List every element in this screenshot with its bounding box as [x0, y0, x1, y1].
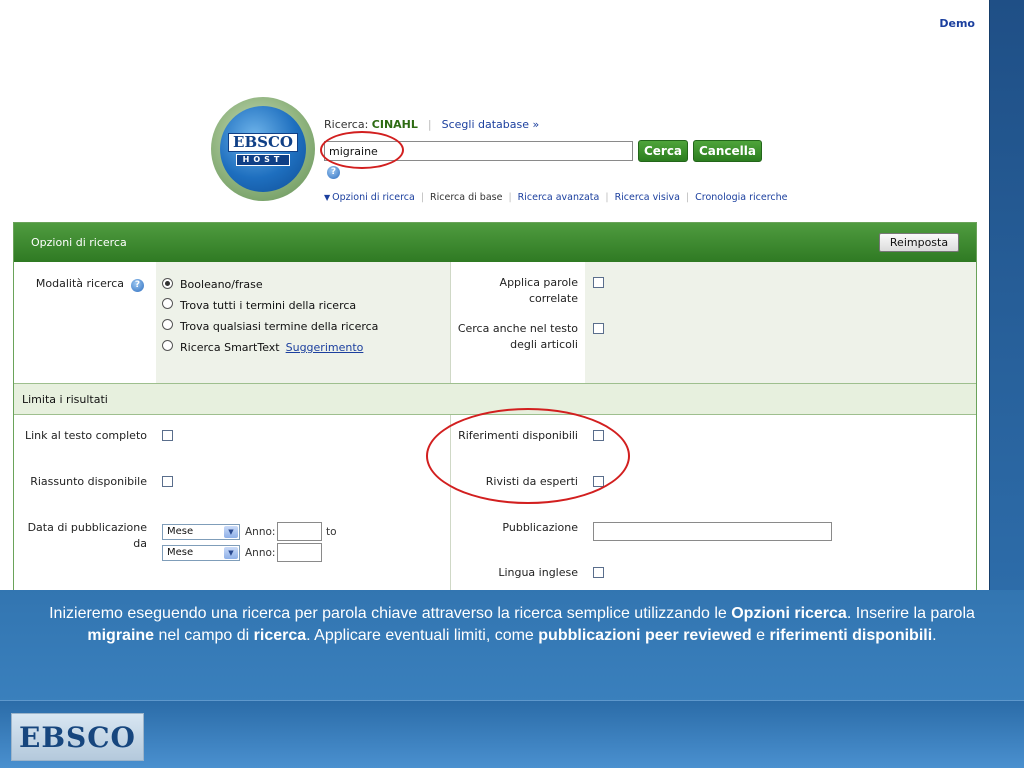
logo-inner: EBSCO HOST [220, 106, 306, 192]
mode-label: Modalità ricerca [35, 277, 124, 290]
apply-related-checkbox[interactable] [593, 277, 604, 288]
year-from-input[interactable] [277, 522, 322, 541]
fulltext-link-label: Link al testo completo [24, 429, 147, 442]
radio-boolean[interactable] [162, 278, 173, 289]
triangle-down-icon: ▼ [324, 193, 331, 202]
ebsco-screenshot: Demo EBSCO HOST Ricerca: CINAHL | Scegli… [0, 0, 990, 590]
fulltext-link-checkbox[interactable] [162, 430, 173, 441]
options-header: Opzioni di ricerca Reimposta [14, 223, 976, 262]
year-to-label: Anno: [245, 547, 276, 559]
nav-visual-search[interactable]: Ricerca visiva [615, 192, 680, 203]
nav-search-history[interactable]: Cronologia ricerche [695, 192, 787, 203]
suggestion-link[interactable]: Suggerimento [286, 341, 364, 354]
options-title: Opzioni di ricerca [31, 236, 127, 249]
publication-input[interactable] [593, 522, 832, 541]
english-label: Lingua inglese [498, 566, 578, 579]
nav-advanced-search[interactable]: Ricerca avanzata [518, 192, 600, 203]
nav-search-options[interactable]: Opzioni di ricerca [332, 192, 415, 203]
database-name: CINAHL [371, 118, 418, 131]
abstract-checkbox[interactable] [162, 476, 173, 487]
year-to-input[interactable] [277, 543, 322, 562]
radio-any-terms[interactable] [162, 319, 173, 330]
annotation-circle-search [320, 131, 404, 169]
search-button[interactable]: Cerca [638, 140, 688, 162]
slide-right-band [990, 0, 1024, 590]
reset-button[interactable]: Reimposta [879, 233, 959, 252]
search-label: Ricerca: CINAHL [324, 118, 418, 131]
footer-band [0, 700, 1024, 768]
clear-button[interactable]: Cancella [693, 140, 762, 162]
related-options-cell [585, 262, 976, 383]
radio-all-terms-label: Trova tutti i termini della ricerca [180, 299, 357, 312]
search-options-panel: Opzioni di ricerca Reimposta Modalità ri… [13, 222, 977, 590]
publication-label: Pubblicazione [502, 521, 578, 534]
english-checkbox[interactable] [593, 567, 604, 578]
chevron-down-icon: ▼ [224, 526, 238, 538]
radio-smarttext[interactable] [162, 340, 173, 351]
annotation-circle-limits [426, 408, 630, 504]
nav-basic-search[interactable]: Ricerca di base [430, 192, 502, 203]
mode-help-icon[interactable]: ? [131, 279, 144, 292]
year-from-label: Anno: [245, 526, 276, 538]
fulltext-search-label: Cerca anche nel testo degli articoli [457, 322, 578, 351]
abstract-label: Riassunto disponibile [30, 475, 147, 488]
slide-caption: Inizieremo eseguendo una ricerca per par… [49, 605, 975, 644]
search-nav-links: ▼ Opzioni di ricerca | Ricerca di base |… [324, 192, 788, 203]
search-database-line: Ricerca: CINAHL | Scegli database » [324, 118, 539, 131]
chevron-down-icon: ▼ [224, 547, 238, 559]
ebscohost-logo[interactable]: EBSCO HOST [211, 97, 315, 201]
apply-related-label: Applica parole correlate [499, 276, 578, 305]
radio-any-terms-label: Trova qualsiasi termine della ricerca [180, 320, 379, 333]
ebsco-footer-logo: EBSCO [11, 713, 144, 761]
choose-database-link[interactable]: Scegli database » [442, 118, 540, 131]
month-to-select[interactable]: Mese ▼ [162, 545, 240, 561]
logo-word: EBSCO [228, 132, 298, 152]
demo-link[interactable]: Demo [939, 17, 975, 30]
logo-sub: HOST [235, 153, 291, 166]
separator: | [427, 118, 432, 131]
fulltext-search-checkbox[interactable] [593, 323, 604, 334]
to-label: to [326, 526, 337, 538]
month-from-select[interactable]: Mese ▼ [162, 524, 240, 540]
pub-date-label: Data di pubblicazione da [27, 521, 147, 550]
help-icon[interactable]: ? [327, 166, 340, 179]
radio-smarttext-label: Ricerca SmartText Suggerimento [180, 341, 364, 354]
radio-all-terms[interactable] [162, 298, 173, 309]
radio-boolean-label: Booleano/frase [180, 278, 263, 291]
